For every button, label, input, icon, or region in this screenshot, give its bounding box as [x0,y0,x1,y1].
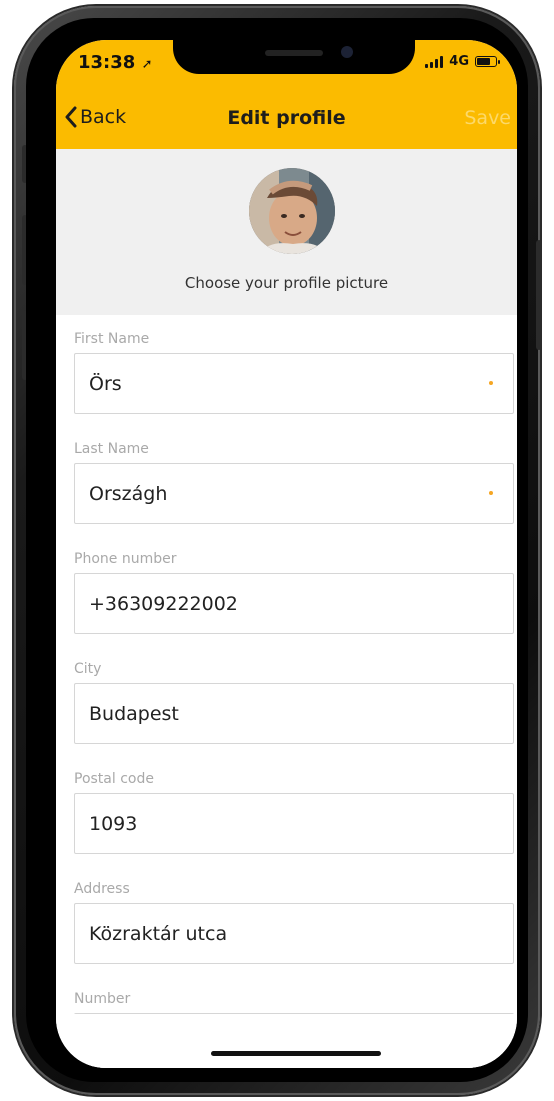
required-indicator [489,491,493,495]
last-name-label: Last Name [74,441,149,457]
last-name-input[interactable]: Országh [74,463,514,524]
required-indicator [489,381,493,385]
number-label: Number [74,991,131,1007]
last-name-field: Last Name Országh [74,425,514,535]
phone-field: Phone number +36309222002 [74,535,514,645]
address-value: Közraktár utca [89,922,228,945]
city-label: City [74,661,102,677]
profile-picture-section: Choose your profile picture [56,149,517,315]
signal-icon [425,55,444,68]
status-time: 13:38 ➚ [78,52,152,73]
avatar-photo [249,168,335,254]
network-type: 4G [449,54,469,69]
postal-code-input[interactable]: 1093 [74,793,514,854]
city-input[interactable]: Budapest [74,683,514,744]
profile-form: First Name Örs Last Name Országh Phone n… [74,315,514,1068]
postal-code-label: Postal code [74,771,154,787]
battery-icon [475,56,500,67]
back-button[interactable]: Back [64,106,126,128]
avatar[interactable] [249,168,335,254]
speaker-grille [265,50,323,56]
clock: 13:38 [78,52,136,73]
power-button [536,240,542,350]
header-bar: 13:38 ➚ 4G Back Edit profile Save [56,40,517,149]
address-label: Address [74,881,130,897]
location-arrow-icon: ➚ [141,57,153,72]
bottom-safe-area [56,1014,517,1068]
first-name-label: First Name [74,331,150,347]
last-name-value: Országh [89,482,168,505]
phone-input[interactable]: +36309222002 [74,573,514,634]
phone-label: Phone number [74,551,177,567]
postal-code-value: 1093 [89,812,138,835]
address-input[interactable]: Közraktár utca [74,903,514,964]
status-indicators: 4G [425,54,500,69]
first-name-value: Örs [89,372,122,395]
city-field: City Budapest [74,645,514,755]
save-button[interactable]: Save [464,107,511,129]
first-name-field: First Name Örs [74,315,514,425]
phone-screen: 13:38 ➚ 4G Back Edit profile Save Choose… [56,40,517,1068]
front-camera [341,46,353,58]
chevron-left-icon [65,106,77,128]
first-name-input[interactable]: Örs [74,353,514,414]
address-field: Address Közraktár utca [74,865,514,975]
postal-code-field: Postal code 1093 [74,755,514,865]
city-value: Budapest [89,702,179,725]
choose-picture-label[interactable]: Choose your profile picture [56,274,517,292]
notch [173,40,415,74]
home-indicator[interactable] [211,1051,381,1056]
back-label: Back [80,106,127,128]
phone-value: +36309222002 [89,592,238,615]
